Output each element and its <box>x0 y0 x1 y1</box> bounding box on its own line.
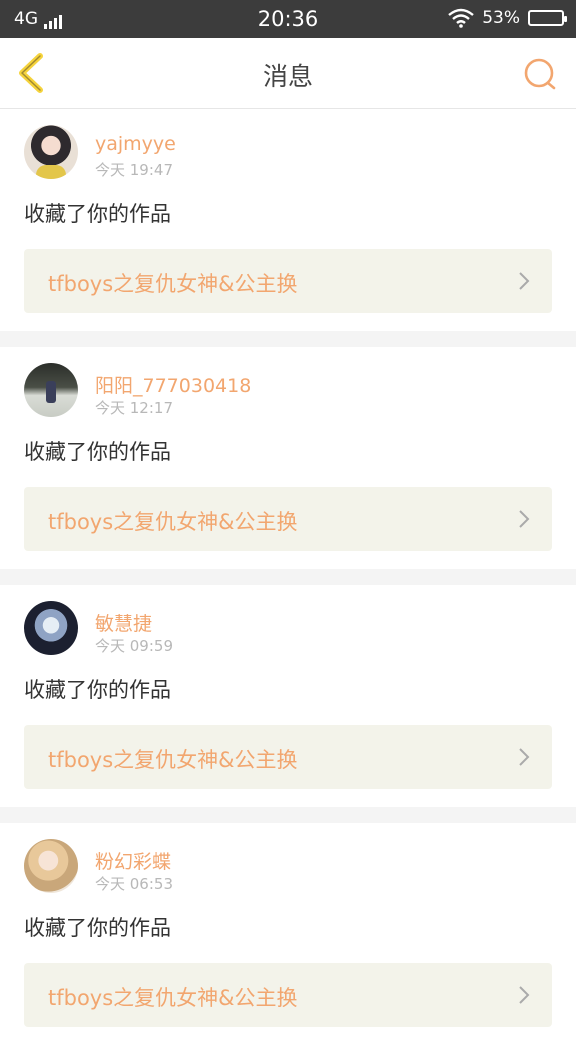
username[interactable]: yajmyye <box>95 133 176 155</box>
message-card: yajmyye 今天 19:47 收藏了你的作品 tfboys之复仇女神&公主换 <box>0 109 576 331</box>
status-bar: 4G 20:36 53% <box>0 0 576 38</box>
search-icon[interactable] <box>522 56 558 92</box>
chevron-right-icon <box>519 510 530 528</box>
action-text: 收藏了你的作品 <box>24 678 171 702</box>
chevron-right-icon <box>519 986 530 1004</box>
work-link[interactable]: tfboys之复仇女神&公主换 <box>24 249 552 313</box>
username[interactable]: 阳阳_777030418 <box>95 371 251 398</box>
chevron-right-icon <box>519 748 530 766</box>
battery-percent: 53% <box>482 8 520 28</box>
username[interactable]: 敏慧捷 <box>95 609 152 636</box>
avatar[interactable] <box>24 125 78 179</box>
page-title: 消息 <box>262 62 313 91</box>
action-text: 收藏了你的作品 <box>24 440 171 464</box>
timestamp: 今天 12:17 <box>95 399 173 417</box>
timestamp: 今天 06:53 <box>95 875 173 893</box>
navigation-bar: 消息 <box>0 38 576 109</box>
work-title: tfboys之复仇女神&公主换 <box>48 510 298 534</box>
message-card: 敏慧捷 今天 09:59 收藏了你的作品 tfboys之复仇女神&公主换 <box>0 585 576 807</box>
timestamp: 今天 19:47 <box>95 161 173 179</box>
work-link[interactable]: tfboys之复仇女神&公主换 <box>24 963 552 1027</box>
battery-icon <box>528 10 567 26</box>
work-link[interactable]: tfboys之复仇女神&公主换 <box>24 487 552 551</box>
work-title: tfboys之复仇女神&公主换 <box>48 748 298 772</box>
avatar[interactable] <box>24 601 78 655</box>
avatar[interactable] <box>24 839 78 893</box>
chevron-right-icon <box>519 272 530 290</box>
message-card: 粉幻彩蝶 今天 06:53 收藏了你的作品 tfboys之复仇女神&公主换 <box>0 823 576 1045</box>
timestamp: 今天 09:59 <box>95 637 173 655</box>
action-text: 收藏了你的作品 <box>24 202 171 226</box>
message-card: 阳阳_777030418 今天 12:17 收藏了你的作品 tfboys之复仇女… <box>0 347 576 569</box>
username[interactable]: 粉幻彩蝶 <box>95 847 171 874</box>
action-text: 收藏了你的作品 <box>24 916 171 940</box>
work-link[interactable]: tfboys之复仇女神&公主换 <box>24 725 552 789</box>
work-title: tfboys之复仇女神&公主换 <box>48 986 298 1010</box>
wifi-icon <box>448 8 474 28</box>
work-title: tfboys之复仇女神&公主换 <box>48 272 298 296</box>
avatar[interactable] <box>24 363 78 417</box>
